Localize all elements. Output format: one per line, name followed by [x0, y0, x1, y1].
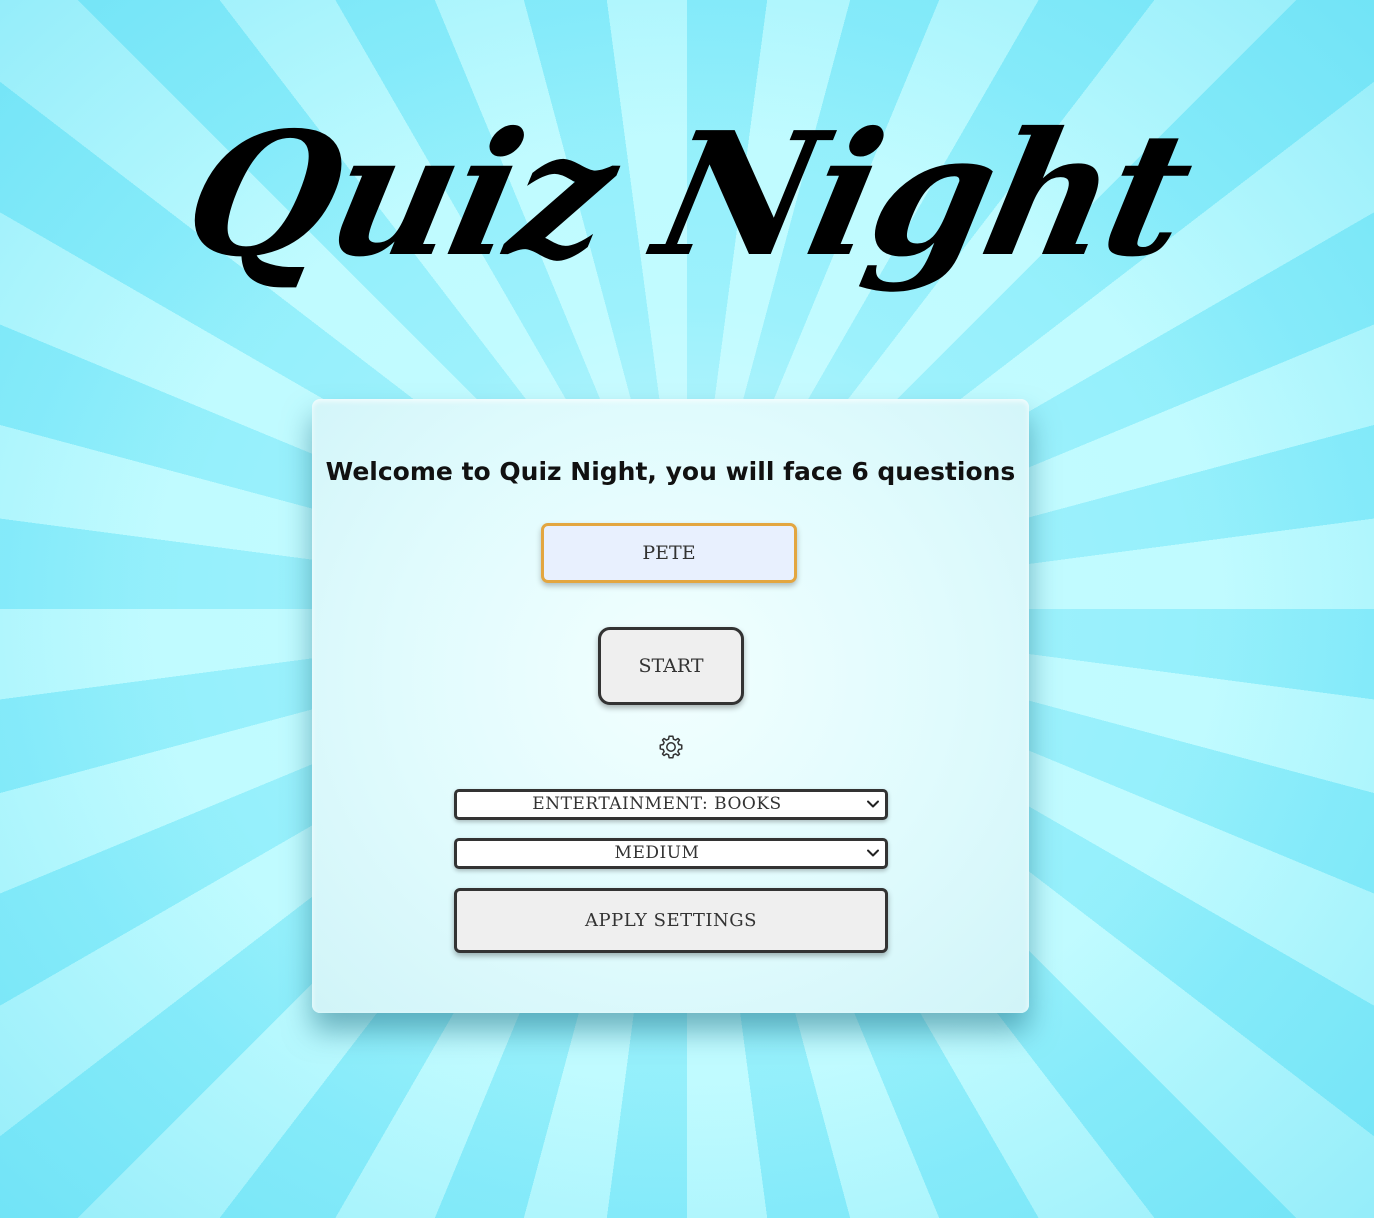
welcome-panel: Welcome to Quiz Night, you will face 6 q… [312, 399, 1029, 1013]
apply-settings-button[interactable]: APPLY SETTINGS [454, 888, 888, 953]
difficulty-select-value: MEDIUM [614, 843, 700, 863]
difficulty-select[interactable]: MEDIUM [454, 838, 888, 869]
player-name-input[interactable] [541, 523, 797, 583]
start-button[interactable]: START [598, 627, 744, 705]
category-select[interactable]: ENTERTAINMENT: BOOKS [454, 789, 888, 820]
welcome-message: Welcome to Quiz Night, you will face 6 q… [325, 457, 1016, 486]
category-select-value: ENTERTAINMENT: BOOKS [532, 794, 782, 814]
app-title: Quiz Night [169, 95, 1205, 295]
gear-icon[interactable] [657, 733, 685, 761]
chevron-down-icon [867, 800, 879, 808]
chevron-down-icon [867, 849, 879, 857]
